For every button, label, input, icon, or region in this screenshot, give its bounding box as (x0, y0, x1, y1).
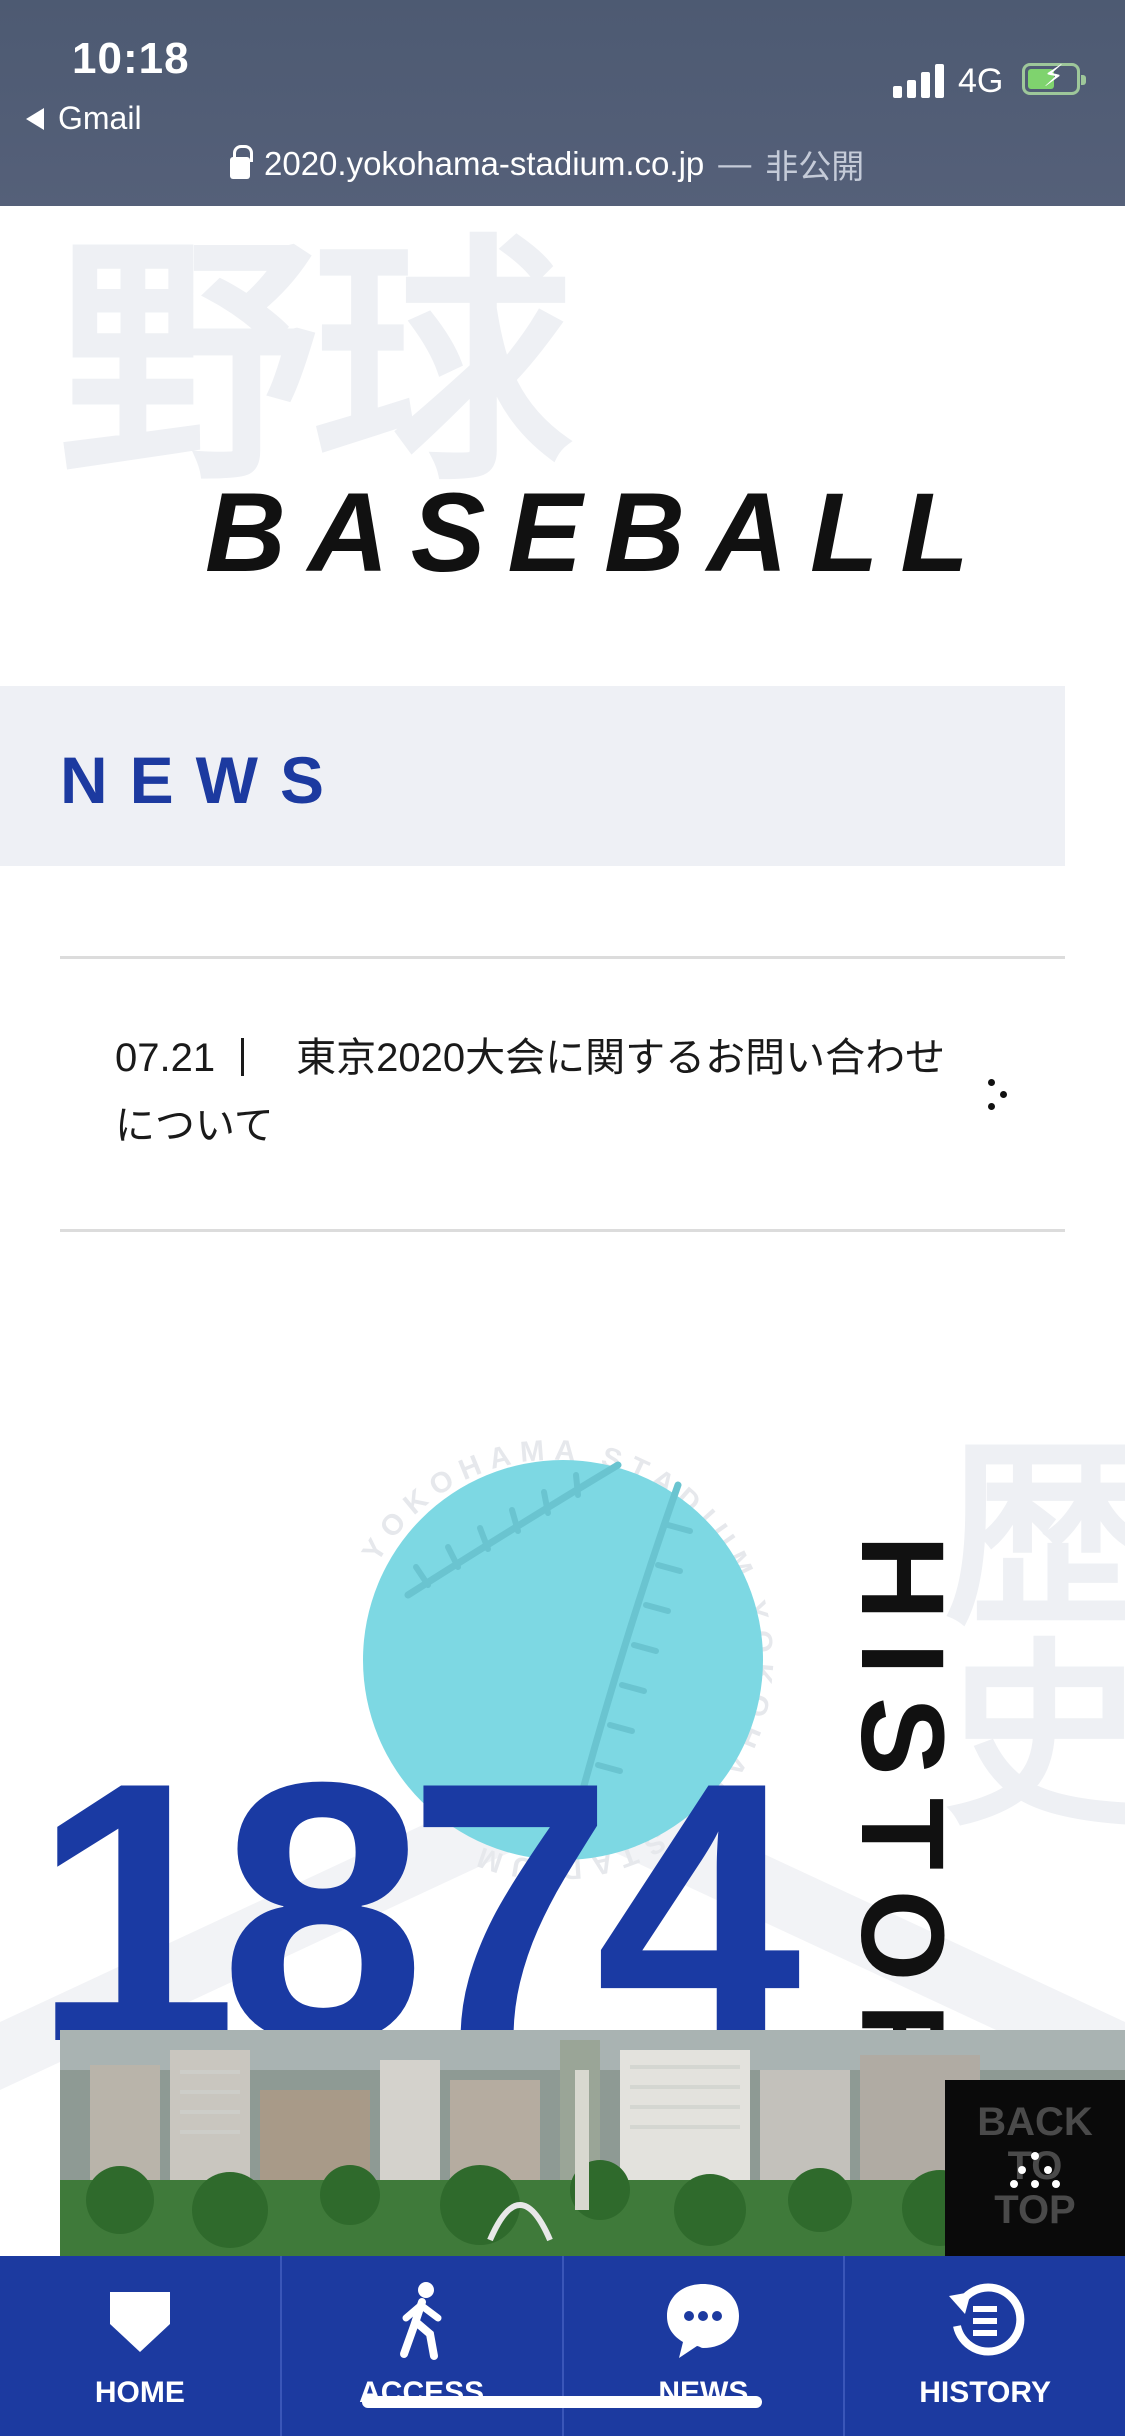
privacy-label: 非公開 (765, 148, 865, 185)
status-bar: 10:18 Gmail 4G ⚡ 2020.yokohama-stadium.c… (0, 0, 1125, 206)
news-section-title: NEWS (60, 743, 346, 817)
back-to-top-line1: BACK (977, 2100, 1093, 2144)
bottom-navigation: HOME ACCESS NEWS HISTORY (0, 2256, 1125, 2436)
nav-history[interactable]: HISTORY (845, 2256, 1125, 2436)
nav-history-label: HISTORY (919, 2376, 1051, 2409)
battery-charging-icon: ⚡ (1022, 62, 1086, 95)
back-app-label: Gmail (58, 100, 142, 136)
home-indicator[interactable] (362, 2396, 762, 2408)
back-to-app-link[interactable]: Gmail (26, 100, 142, 137)
nav-home[interactable]: HOME (0, 2256, 282, 2436)
news-item-title: 東京2020大会に関するお問い合わせについて (115, 1036, 946, 1148)
address-bar[interactable]: 2020.yokohama-stadium.co.jp — 非公開 (230, 140, 864, 188)
back-to-top-button[interactable]: BACK TO TOP (945, 2080, 1125, 2260)
network-type: 4G (958, 62, 1004, 100)
url-text: 2020.yokohama-stadium.co.jp (264, 145, 705, 182)
nav-access[interactable]: ACCESS (282, 2256, 564, 2436)
nav-home-label: HOME (94, 2376, 185, 2409)
news-divider-bottom (60, 1229, 1065, 1232)
page-title: BASEBALL (205, 470, 991, 595)
dots-icon (1010, 2152, 1060, 2188)
home-base-icon (109, 2292, 170, 2352)
nav-news[interactable]: NEWS (564, 2256, 846, 2436)
back-arrow-icon (26, 107, 44, 130)
news-list-item[interactable]: 07.21 東京2020大会に関するお問い合わせについて (115, 1024, 955, 1160)
news-more-icon[interactable] (986, 1077, 1010, 1113)
background-kanji-baseball: 野球 (58, 214, 572, 516)
signal-strength-icon (893, 64, 944, 98)
status-time: 10:18 (72, 34, 190, 83)
lock-icon (230, 145, 253, 179)
chat-bubble-icon (667, 2284, 740, 2358)
back-to-top-line3: TOP (994, 2188, 1076, 2232)
walking-person-icon (399, 2282, 442, 2360)
news-item-separator (241, 1038, 245, 1076)
history-clock-icon (949, 2283, 1025, 2356)
news-divider-top (60, 956, 1065, 959)
url-separator: — (718, 145, 752, 182)
news-item-date: 07.21 (115, 1036, 216, 1080)
